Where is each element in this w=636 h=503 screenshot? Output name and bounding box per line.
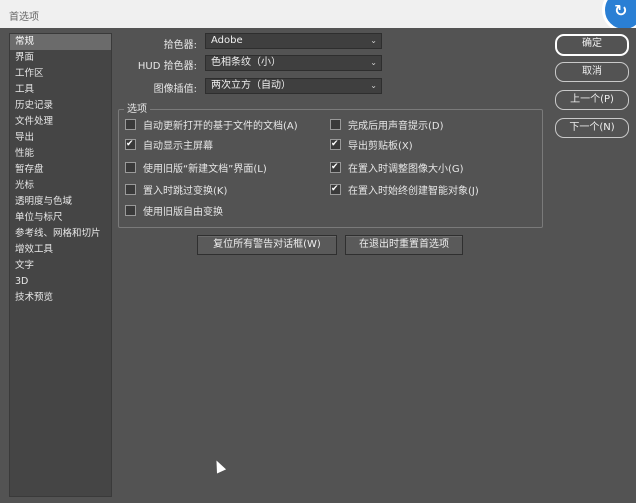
checkbox-label: 完成后用声音提示(D): [348, 121, 444, 132]
auto-show-home-screen-checkbox[interactable]: 自动显示主屏幕: [125, 137, 213, 153]
sidebar-item-general[interactable]: 常规: [10, 34, 111, 50]
checkbox-label: 置入时跳过变换(K): [143, 186, 228, 197]
checkbox-label: 使用旧版“新建文档”界面(L): [143, 164, 267, 175]
next-button[interactable]: 下一个(N): [555, 118, 629, 138]
ok-button[interactable]: 确定: [555, 34, 629, 56]
window-title: 首选项: [9, 12, 39, 23]
sidebar-item-file-handling[interactable]: 文件处理: [10, 114, 111, 130]
legacy-new-document-checkbox[interactable]: 使用旧版“新建文档”界面(L): [125, 162, 267, 176]
checkbox-label: 导出剪贴板(X): [348, 141, 413, 152]
checkbox-box: [330, 182, 341, 196]
sidebar-item-export[interactable]: 导出: [10, 130, 111, 146]
sidebar-item-tools[interactable]: 工具: [10, 82, 111, 98]
image-interpolation-label: 图像插值:: [153, 84, 197, 95]
checkbox-box: [125, 137, 136, 151]
checkbox-box: [125, 184, 136, 195]
checkbox-box: [125, 205, 136, 216]
mouse-cursor-icon: [211, 458, 227, 474]
sidebar-item-transparency-gamut[interactable]: 透明度与色域: [10, 194, 111, 210]
color-picker-label: 拾色器:: [163, 40, 197, 51]
sidebar-item-workspace[interactable]: 工作区: [10, 66, 111, 82]
color-picker-value: Adobe: [211, 35, 243, 46]
checkbox-box: [125, 119, 136, 130]
title-bar: 首选项 ↻: [0, 0, 636, 32]
sidebar-item-performance[interactable]: 性能: [10, 146, 111, 162]
image-interpolation-select[interactable]: 两次立方（自动） ⌄: [205, 78, 382, 94]
sidebar-item-3d[interactable]: 3D: [10, 274, 111, 290]
checkbox-label: 在置入时始终创建智能对象(J): [348, 186, 479, 197]
sidebar-item-cursors[interactable]: 光标: [10, 178, 111, 194]
checkbox-label: 自动更新打开的基于文件的文档(A): [143, 121, 298, 132]
hud-color-picker-select[interactable]: 色相条纹（小） ⌄: [205, 55, 382, 71]
checkbox-label: 自动显示主屏幕: [143, 141, 213, 152]
sidebar-item-units-rulers[interactable]: 单位与标尺: [10, 210, 111, 226]
export-clipboard-checkbox[interactable]: 导出剪贴板(X): [330, 137, 413, 153]
options-group-title: 选项: [124, 100, 150, 115]
auto-update-documents-checkbox[interactable]: 自动更新打开的基于文件的文档(A): [125, 119, 298, 133]
sidebar-item-history[interactable]: 历史记录: [10, 98, 111, 114]
checkbox-label: 使用旧版自由变换: [143, 207, 223, 218]
sidebar-item-scratch-disks[interactable]: 暂存盘: [10, 162, 111, 178]
hud-color-picker-value: 色相条纹（小）: [211, 57, 281, 68]
beep-when-done-checkbox[interactable]: 完成后用声音提示(D): [330, 119, 444, 133]
sidebar-item-interface[interactable]: 界面: [10, 50, 111, 66]
prev-button[interactable]: 上一个(P): [555, 90, 629, 110]
resize-on-place-checkbox[interactable]: 在置入时调整图像大小(G): [330, 160, 464, 176]
cancel-button[interactable]: 取消: [555, 62, 629, 82]
checkbox-box: [125, 162, 136, 173]
chevron-down-icon: ⌄: [370, 81, 377, 90]
sidebar-item-guides-grid-slices[interactable]: 参考线、网格和切片: [10, 226, 111, 242]
reset-on-quit-button[interactable]: 在退出时重置首选项: [345, 235, 463, 255]
checkbox-label: 在置入时调整图像大小(G): [348, 164, 464, 175]
legacy-free-transform-checkbox[interactable]: 使用旧版自由变换: [125, 205, 223, 219]
always-smart-object-checkbox[interactable]: 在置入时始终创建智能对象(J): [330, 182, 479, 198]
color-picker-select[interactable]: Adobe ⌄: [205, 33, 382, 49]
checkbox-box: [330, 119, 341, 130]
reset-warnings-button[interactable]: 复位所有警告对话框(W): [197, 235, 337, 255]
sidebar-item-type[interactable]: 文字: [10, 258, 111, 274]
sidebar: 常规 界面 工作区 工具 历史记录 文件处理 导出 性能 暂存盘 光标 透明度与…: [9, 33, 112, 497]
dialog-body: 常规 界面 工作区 工具 历史记录 文件处理 导出 性能 暂存盘 光标 透明度与…: [0, 28, 636, 503]
chevron-down-icon: ⌄: [370, 36, 377, 45]
checkbox-box: [330, 137, 341, 151]
skip-transform-checkbox[interactable]: 置入时跳过变换(K): [125, 184, 227, 198]
hud-color-picker-label: HUD 拾色器:: [137, 61, 197, 72]
sidebar-item-plugins[interactable]: 增效工具: [10, 242, 111, 258]
chevron-down-icon: ⌄: [370, 58, 377, 67]
sidebar-item-technology-previews[interactable]: 技术预览: [10, 290, 111, 306]
checkbox-box: [330, 160, 341, 174]
image-interpolation-value: 两次立方（自动）: [211, 80, 291, 91]
